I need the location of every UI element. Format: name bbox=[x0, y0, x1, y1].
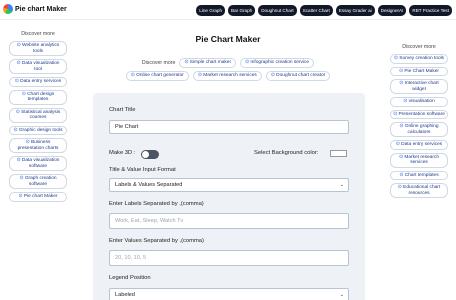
nav-bar-graph[interactable]: Bar Graph bbox=[228, 5, 256, 16]
bg-color-picker[interactable] bbox=[330, 150, 347, 157]
legend-position-value: Labeled bbox=[115, 292, 135, 298]
pill-label: Data entry services bbox=[401, 142, 443, 147]
pill-label: Chart templates bbox=[404, 172, 439, 178]
values-input[interactable]: 20, 10, 10, 5 bbox=[109, 250, 349, 266]
bg-color-label: Select Background color: bbox=[254, 150, 319, 156]
right-discover-item[interactable]: ⊙ visualisation bbox=[390, 97, 448, 107]
right-discover-item[interactable]: ⊙ Data entry services bbox=[390, 140, 448, 150]
right-discover-title: Discover more bbox=[402, 44, 436, 50]
labels-label: Enter Labels Separated by ,(comma) bbox=[109, 201, 204, 207]
left-discover-item[interactable]: ⊙ Graph creation software bbox=[9, 174, 67, 189]
right-discover-item[interactable]: ⊙ Educational chart resources bbox=[390, 183, 448, 198]
pill-label: Chart design templates bbox=[27, 91, 55, 103]
discover-row-1: Discover more ⊙ Simple chart maker ⊙ Inf… bbox=[0, 58, 456, 68]
chart-title-input[interactable]: Pie Chart bbox=[109, 120, 349, 134]
left-discover-item[interactable]: ⊙ Data visualization software bbox=[9, 156, 67, 171]
pill-label: Data visualization software bbox=[21, 158, 60, 169]
pill-label: Graphic design tools bbox=[18, 127, 63, 133]
chart-form: Chart Title Pie Chart Make 3D : Select B… bbox=[93, 93, 365, 300]
chevron-down-icon: ⌄ bbox=[339, 182, 344, 188]
nav-doughnut-chart[interactable]: Doughnut Chart bbox=[258, 5, 297, 16]
nav-rbt-practice-test[interactable]: RBT Practice Test bbox=[409, 5, 452, 16]
chip-label: Market research services bbox=[203, 73, 257, 78]
make-3d-toggle[interactable] bbox=[141, 150, 159, 159]
chip-label: Doughnut chart creator bbox=[276, 73, 326, 78]
right-discover-item[interactable]: ⊙ Chart templates bbox=[390, 170, 448, 180]
pill-label: visualisation bbox=[408, 99, 435, 104]
nav-line-graph[interactable]: Line Graph bbox=[196, 5, 226, 16]
discover-label: Discover more bbox=[141, 60, 176, 66]
pill-label: Educational chart resources bbox=[403, 185, 441, 196]
toggle-knob bbox=[142, 151, 149, 158]
chip-label: Simple chart maker bbox=[189, 60, 232, 65]
pill-label: Online graphing calculators bbox=[404, 124, 439, 135]
discover-chip[interactable]: ⊙ Infographic creation service bbox=[240, 58, 315, 68]
pill-label: Statistical analysis courses bbox=[21, 109, 61, 121]
make-3d-label: Make 3D : bbox=[109, 150, 136, 156]
nav-designer-ai[interactable]: DesignerAI bbox=[377, 5, 407, 16]
input-format-select[interactable]: Labels & Values Separated ⌄ bbox=[109, 178, 349, 192]
brand-title: Pie chart Maker bbox=[15, 5, 67, 13]
left-discover-item[interactable]: ⊙ Statistical analysis courses bbox=[9, 107, 67, 123]
pill-label: Market research services bbox=[404, 154, 439, 166]
right-discover-item[interactable]: ⊙ Interactive chart widget bbox=[390, 79, 448, 94]
discover-chip[interactable]: ⊙ Doughnut chart creator bbox=[265, 71, 331, 81]
brand[interactable]: Pie chart Maker bbox=[3, 4, 67, 14]
pill-label: Interactive chart widget bbox=[404, 81, 439, 92]
discover-chip[interactable]: ⊙ Market research services bbox=[192, 71, 262, 81]
chart-title-label: Chart Title bbox=[109, 107, 136, 113]
right-discover-item[interactable]: ⊙ Market research services bbox=[390, 152, 448, 168]
left-discover-item[interactable]: ⊙ Business presentation charts bbox=[9, 138, 67, 153]
pie-chart-icon bbox=[3, 4, 13, 14]
chip-label: Online chart generator bbox=[136, 73, 184, 78]
pill-label: Website analytics tools bbox=[22, 43, 60, 54]
pill-label: Business presentation charts bbox=[17, 140, 59, 151]
left-discover-item[interactable]: ⊙ Graphic design tools bbox=[9, 125, 67, 135]
legend-position-select[interactable]: Labeled ⌄ bbox=[109, 288, 349, 300]
nav-essay-grader[interactable]: Essay Grader ai bbox=[335, 5, 375, 16]
top-nav: Line Graph Bar Graph Doughnut Chart Scat… bbox=[196, 5, 452, 16]
discover-row-2: ⊙ Online chart generator ⊙ Market resear… bbox=[0, 71, 456, 81]
discover-chip[interactable]: ⊙ Online chart generator bbox=[125, 71, 189, 81]
left-discover-item[interactable]: ⊙ Pie chart Maker bbox=[9, 192, 67, 202]
pill-label: Presentation software bbox=[398, 111, 445, 117]
left-discover-item[interactable]: ⊙ Chart design templates bbox=[9, 89, 67, 105]
chevron-down-icon: ⌄ bbox=[339, 292, 344, 298]
right-discover-item[interactable]: ⊙ Online graphing calculators bbox=[390, 122, 448, 137]
input-format-label: Title & Value Input Format bbox=[109, 167, 176, 173]
discover-chip[interactable]: ⊙ Simple chart maker bbox=[179, 58, 237, 68]
values-label: Enter Values Separated by ,(comma) bbox=[109, 238, 204, 244]
pill-label: Graph creation software bbox=[24, 176, 57, 187]
labels-input[interactable]: Work, Eat, Sleep, Watch Tv bbox=[109, 213, 349, 229]
page-title: Pie Chart Maker bbox=[195, 34, 261, 44]
top-bar: Pie chart Maker Line Graph Bar Graph Dou… bbox=[0, 0, 456, 20]
pill-label: Pie chart Maker bbox=[23, 194, 58, 199]
left-discover-panel: Discover more ⊙ Website analytics tools … bbox=[8, 31, 68, 202]
input-format-value: Labels & Values Separated bbox=[115, 182, 183, 188]
right-discover-item[interactable]: ⊙ Presentation software bbox=[390, 109, 448, 119]
nav-scatter-chart[interactable]: Scatter Chart bbox=[299, 5, 333, 16]
legend-position-label: Legend Position bbox=[109, 275, 151, 281]
chip-label: Infographic creation service bbox=[250, 60, 310, 65]
